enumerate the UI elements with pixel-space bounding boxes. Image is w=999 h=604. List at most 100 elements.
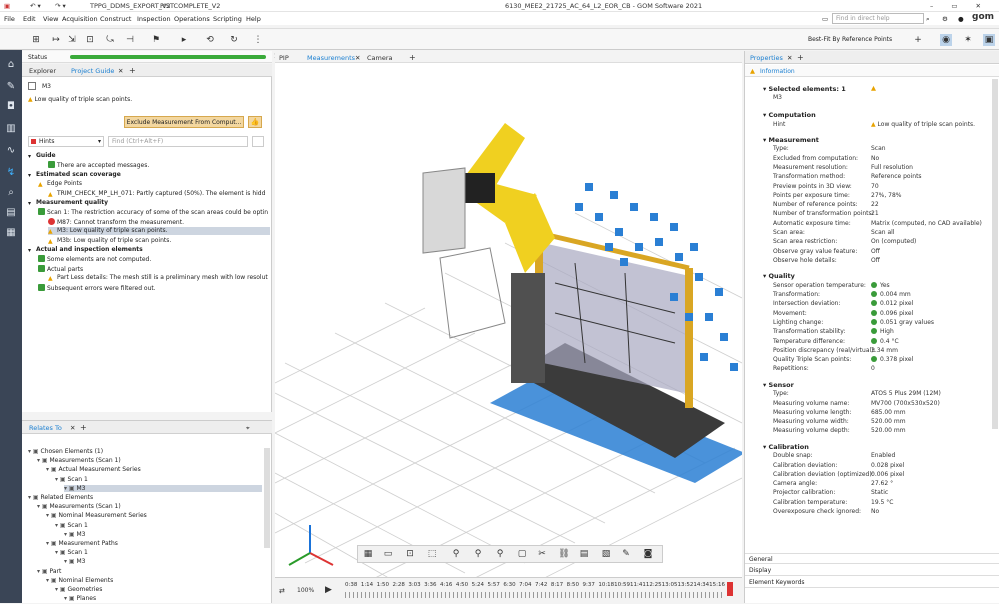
menu-file[interactable]: File [4, 15, 15, 23]
timeline-track[interactable] [345, 592, 725, 598]
guide-tree-item[interactable]: ▾ Actual and inspection elements [28, 246, 143, 254]
box-icon[interactable]: ▢ [516, 548, 528, 560]
filter-options-icon[interactable] [252, 136, 264, 147]
relates-tree-item[interactable]: ▾ ▣ Planes [64, 595, 96, 602]
tab-pip[interactable]: PIP [279, 54, 289, 62]
ellipsis-icon[interactable]: ⋮ [252, 34, 264, 46]
add-icon[interactable]: + [912, 34, 924, 46]
section-display[interactable]: Display [749, 567, 771, 574]
guide-tree-item[interactable]: Subsequent errors were filtered out. [38, 283, 156, 292]
tab-properties[interactable]: Properties [750, 54, 783, 62]
edit-icon[interactable]: ✎ [620, 548, 632, 560]
guide-tree-item[interactable]: ▾ Measurement quality [28, 199, 108, 207]
screen-icon[interactable]: ▭ [822, 15, 828, 23]
menu-acquisition[interactable]: Acquisition [62, 15, 98, 23]
timeline-ticks[interactable]: 0:38 1:14 1:50 2:28 3:03 3:36 4:16 4:50 5:24 5:57… [345, 578, 725, 604]
tool-icon[interactable]: ⚲ [494, 548, 506, 560]
search-icon[interactable]: ⌕ [4, 186, 18, 200]
relates-tree-item[interactable]: ▾ ▣ Nominal Measurement Series [46, 512, 147, 519]
tab-relates-to[interactable]: Relates To [29, 424, 62, 432]
close-measurements-icon[interactable]: ✕ [355, 54, 360, 62]
fit-icon[interactable]: ⊡ [404, 548, 416, 560]
user-icon[interactable]: ● [958, 15, 964, 23]
light-icon[interactable]: ✶ [962, 34, 974, 46]
relates-scrollbar[interactable] [264, 448, 270, 548]
tab-measurements[interactable]: Measurements [307, 54, 355, 62]
relates-tree-item[interactable]: ▾ ▣ Nominal Elements [46, 577, 113, 584]
relates-tree-item[interactable]: ▾ ▣ Scan 1 [55, 549, 88, 556]
sensor-icon[interactable]: ▣ [983, 34, 995, 46]
zoom-level[interactable]: 100% [297, 587, 314, 594]
grid-icon[interactable]: ▤ [578, 548, 590, 560]
add-properties-tab-icon[interactable]: + [797, 53, 804, 62]
align-icon[interactable]: ⊣ [124, 34, 136, 46]
3d-viewport[interactable] [275, 63, 742, 603]
relates-tree-item[interactable]: ▾ ▣ Chosen Elements (1) [28, 448, 103, 455]
guide-tree-item[interactable]: ▾ Estimated scan coverage [28, 171, 121, 179]
guide-tree-item[interactable]: ▾ Guide [28, 152, 56, 160]
window-controls[interactable]: – ▭ ✕ [930, 2, 989, 10]
menu-help[interactable]: Help [246, 15, 261, 23]
settings-icon[interactable]: ⚙ [942, 15, 948, 23]
play-icon[interactable]: ▸ [178, 34, 190, 46]
relates-tree-item[interactable]: ▾ ▣ Geometries [55, 586, 102, 593]
curve-icon[interactable]: ∿ [4, 144, 18, 158]
view-mode-icon[interactable]: ▦ [362, 548, 374, 560]
guide-tree-item[interactable]: Scan 1: The restriction accuracy of some… [38, 208, 268, 216]
section-element-keywords[interactable]: Element Keywords [749, 579, 805, 586]
relates-tree-item[interactable]: ▾ ▣ Part [37, 568, 61, 575]
relates-tree-item[interactable]: ▾ ▣ Measurement Paths [46, 540, 118, 547]
guide-tree-item[interactable]: Actual parts [38, 264, 83, 273]
guide-tree-item[interactable]: ▲ Part Less details: The mesh still is a … [48, 274, 268, 282]
relates-tree-item[interactable]: ▾ ▣ M3 [64, 531, 86, 538]
menu-construct[interactable]: Construct [100, 15, 131, 23]
doc-tab-2[interactable]: PISTCOMPLETE_V2 [160, 2, 220, 10]
sliders-icon[interactable]: ⇄ [279, 587, 285, 595]
menu-operations[interactable]: Operations [174, 15, 210, 23]
bars-icon[interactable]: ▥ [4, 122, 18, 136]
recompute-icon[interactable]: ↻ [228, 34, 240, 46]
relates-tree-item[interactable]: ▾ ▣ Scan 1 [55, 522, 88, 529]
path-view-icon[interactable]: ⚲ [472, 548, 484, 560]
help-search-icon[interactable]: ⌕ [926, 15, 930, 24]
scan-icon[interactable]: ⊡ [84, 34, 96, 46]
palette-icon[interactable]: ▧ [600, 548, 612, 560]
add-view-tab-icon[interactable]: + [409, 53, 416, 62]
add-tab-icon[interactable]: + [129, 66, 136, 75]
guide-tree-item[interactable]: ▲ M3: Low quality of triple scan points. [48, 227, 270, 236]
refresh-icon[interactable]: ⟲ [204, 34, 216, 46]
tab-information[interactable]: Information [760, 68, 795, 75]
path-icon[interactable]: ⤿ [104, 34, 116, 46]
guide-tree-item[interactable]: ▲ M3b: Low quality of triple scan points. [48, 237, 171, 245]
relates-tree-item[interactable]: ▾ ▣ Actual Measurement Series [46, 466, 141, 473]
exclude-measurement-button[interactable]: Exclude Measurement From Comput... [124, 116, 244, 128]
relates-tree-item[interactable]: ▾ ▣ Measurements (Scan 1) [37, 457, 121, 464]
close-relates-icon[interactable]: ✕ [70, 424, 75, 432]
menu-inspection[interactable]: Inspection [137, 15, 171, 23]
relates-tree-item[interactable]: ▾ ▣ M3 [64, 558, 86, 565]
arrow-icon[interactable]: ↦ [50, 34, 62, 46]
menu-scripting[interactable]: Scripting [213, 15, 242, 23]
guide-tree-item[interactable]: Some elements are not computed. [38, 255, 151, 263]
relates-tree-item[interactable]: ▾ ▣ M3 [64, 484, 262, 492]
cut-icon[interactable]: ✂ [536, 548, 548, 560]
doc-tab-1[interactable]: TPPG_DDMS_EXPORT_V2 [90, 2, 171, 10]
relates-tree-item[interactable]: ▾ ▣ Related Elements [28, 494, 93, 501]
guide-tree-item[interactable]: ▲ Edge Points [38, 180, 82, 188]
flag-icon[interactable]: ⚑ [150, 34, 162, 46]
section-general[interactable]: General [749, 556, 773, 563]
pin-icon[interactable]: ⌖ [246, 424, 250, 433]
guide-tree-item[interactable]: ▲ TRIM_CHECK_MP_LH_071: Partly captured (… [48, 190, 265, 198]
undo-icon[interactable]: ↶ ▾ [30, 2, 41, 10]
link-icon[interactable]: ⛓ [558, 548, 570, 560]
find-input[interactable]: Find (Ctrl+Alt+F) [108, 136, 248, 147]
tab-explorer[interactable]: Explorer [29, 67, 56, 75]
tab-project-guide[interactable]: Project Guide [71, 67, 114, 75]
properties-scrollbar[interactable] [992, 79, 998, 429]
guide-icon[interactable]: ↯ [4, 166, 18, 180]
select-icon[interactable]: ⬚ [426, 548, 438, 560]
menu-edit[interactable]: Edit [23, 15, 36, 23]
display-icon[interactable]: ▭ [382, 548, 394, 560]
close-properties-icon[interactable]: ✕ [787, 54, 792, 62]
thumb-icon[interactable]: 👍 [248, 116, 262, 128]
